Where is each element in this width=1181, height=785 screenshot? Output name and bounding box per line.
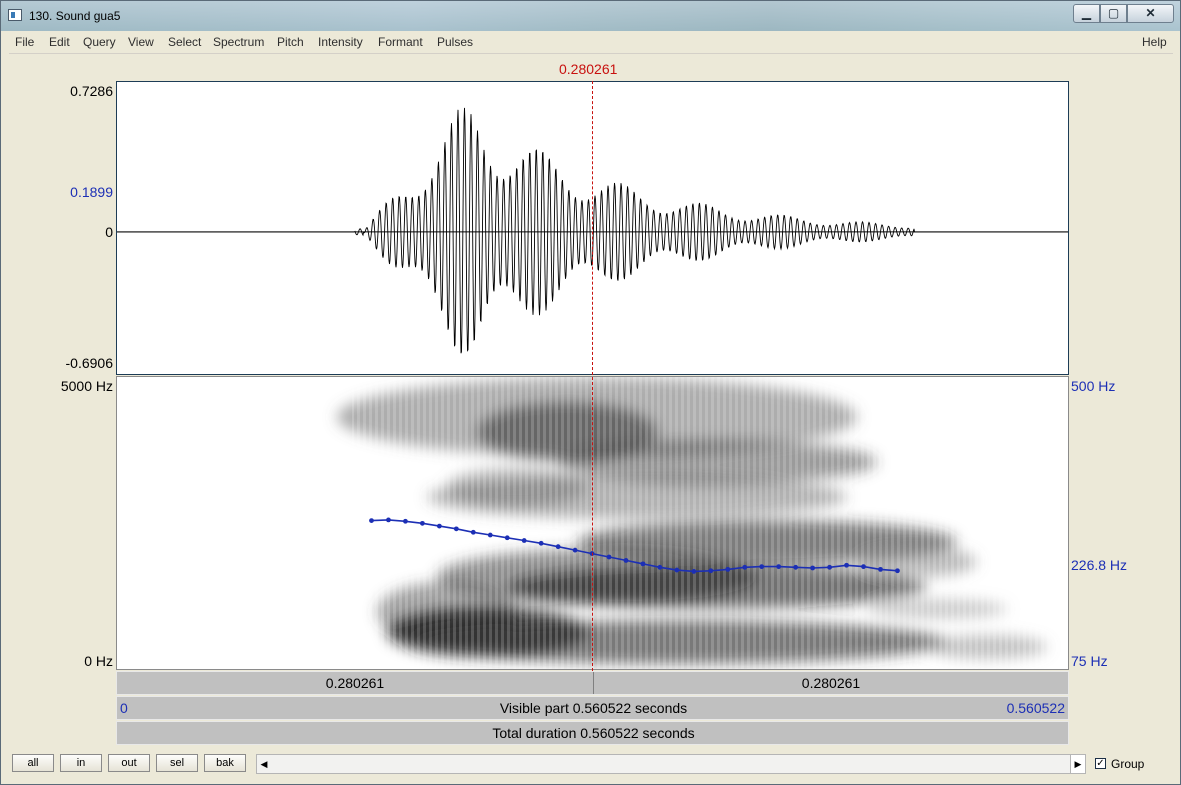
wave-y-cursor-label: 0.1899	[70, 184, 113, 200]
pitch-point	[555, 544, 561, 550]
app-icon	[8, 9, 22, 21]
pitch-point	[606, 554, 612, 560]
pitch-point	[878, 566, 883, 572]
wave-y-max-label: 0.7286	[70, 83, 113, 99]
time-right-segment[interactable]: 0.280261	[594, 675, 1068, 691]
menu-intensity[interactable]: Intensity	[318, 35, 363, 49]
menu-help[interactable]: Help	[1142, 35, 1167, 49]
pitch-max-label: 500 Hz	[1071, 378, 1116, 394]
client-area: File Edit Query View Select Spectrum Pit…	[9, 31, 1173, 779]
menu-file[interactable]: File	[15, 35, 34, 49]
pitch-point	[674, 567, 680, 573]
cursor-time-label: 0.280261	[559, 61, 618, 77]
pitch-point	[691, 569, 697, 574]
time-bar-cursor[interactable]: 0.280261 0.280261	[116, 671, 1069, 695]
time-left-segment[interactable]: 0.280261	[117, 675, 593, 691]
group-label: Group	[1111, 757, 1145, 771]
editor-canvas[interactable]: 0.280261 0.7286 0.1899 0 -0.6906 5000 Hz…	[9, 54, 1173, 754]
spec-freq-max-label: 5000 Hz	[60, 378, 113, 394]
pitch-point	[521, 538, 527, 543]
pitch-point	[895, 568, 900, 574]
menu-select[interactable]: Select	[168, 35, 201, 49]
menu-view[interactable]: View	[128, 35, 154, 49]
title-bar[interactable]: 130. Sound gua5 ▁ ▢ ✕	[1, 1, 1181, 29]
time-bar-total[interactable]: Total duration 0.560522 seconds	[116, 721, 1069, 745]
minimize-icon: ▁	[1081, 6, 1092, 20]
pitch-point	[776, 564, 782, 570]
pitch-point	[793, 564, 799, 570]
window-title: 130. Sound gua5	[29, 9, 121, 23]
pitch-point	[861, 564, 866, 570]
close-button[interactable]: ✕	[1127, 4, 1174, 23]
maximize-button[interactable]: ▢	[1100, 4, 1127, 23]
checkmark-icon: ✓	[1096, 758, 1105, 769]
pitch-point	[725, 566, 731, 572]
pitch-min-label: 75 Hz	[1071, 653, 1108, 669]
pitch-point	[419, 520, 425, 526]
minimize-button[interactable]: ▁	[1073, 4, 1100, 23]
horizontal-scrollbar[interactable]: ◀ ▶	[256, 754, 1086, 774]
pitch-point	[538, 540, 544, 546]
wave-y-min-label: -0.6906	[65, 355, 113, 371]
pitch-point	[470, 529, 476, 535]
pitch-point	[657, 564, 663, 570]
pitch-point	[369, 518, 374, 523]
pitch-point	[827, 564, 832, 570]
visible-start-label: 0	[120, 700, 128, 716]
pitch-point	[708, 568, 714, 574]
pitch-point	[623, 558, 629, 563]
pitch-point	[504, 535, 510, 541]
visible-end-label: 0.560522	[1006, 700, 1065, 716]
pitch-point	[453, 526, 459, 532]
zoom-selection-button[interactable]: sel	[156, 754, 198, 772]
pitch-point	[810, 565, 816, 571]
menu-pulses[interactable]: Pulses	[437, 35, 473, 49]
pitch-point	[742, 564, 748, 570]
close-icon: ✕	[1145, 6, 1156, 20]
cursor-line	[592, 81, 593, 671]
pitch-point	[572, 547, 578, 553]
menu-formant[interactable]: Formant	[378, 35, 423, 49]
zoom-all-button[interactable]: all	[12, 754, 54, 772]
pitch-point	[386, 517, 391, 523]
bottom-toolbar: all in out sel bak ◀ ▶ ✓ Group	[9, 751, 1173, 779]
menu-edit[interactable]: Edit	[49, 35, 70, 49]
pitch-point	[403, 518, 408, 524]
wave-y-zero-label: 0	[105, 224, 113, 240]
menu-pitch[interactable]: Pitch	[277, 35, 304, 49]
spec-freq-min-label: 0 Hz	[84, 653, 113, 669]
menu-query[interactable]: Query	[83, 35, 116, 49]
maximize-icon: ▢	[1107, 6, 1120, 20]
zoom-out-button[interactable]: out	[108, 754, 150, 772]
pitch-point	[844, 562, 849, 568]
total-duration-label: Total duration 0.560522 seconds	[492, 725, 695, 741]
time-bar-visible[interactable]: Visible part 0.560522 seconds 0 0.560522	[116, 696, 1069, 720]
pitch-point	[759, 564, 765, 570]
pitch-current-label: 226.8 Hz	[1071, 557, 1128, 573]
zoom-in-button[interactable]: in	[60, 754, 102, 772]
pitch-point	[487, 532, 493, 538]
visible-part-label: Visible part 0.560522 seconds	[499, 700, 688, 716]
zoom-back-button[interactable]: bak	[204, 754, 246, 772]
group-checkbox[interactable]: ✓	[1095, 758, 1106, 769]
pitch-point	[640, 561, 646, 567]
scroll-left-icon[interactable]: ◀	[257, 755, 271, 773]
scroll-right-icon[interactable]: ▶	[1070, 755, 1085, 773]
menu-spectrum[interactable]: Spectrum	[213, 35, 264, 49]
praat-sound-window: 130. Sound gua5 ▁ ▢ ✕ File Edit Query Vi…	[0, 0, 1181, 785]
pitch-point	[436, 523, 442, 529]
menu-bar: File Edit Query View Select Spectrum Pit…	[9, 31, 1173, 54]
